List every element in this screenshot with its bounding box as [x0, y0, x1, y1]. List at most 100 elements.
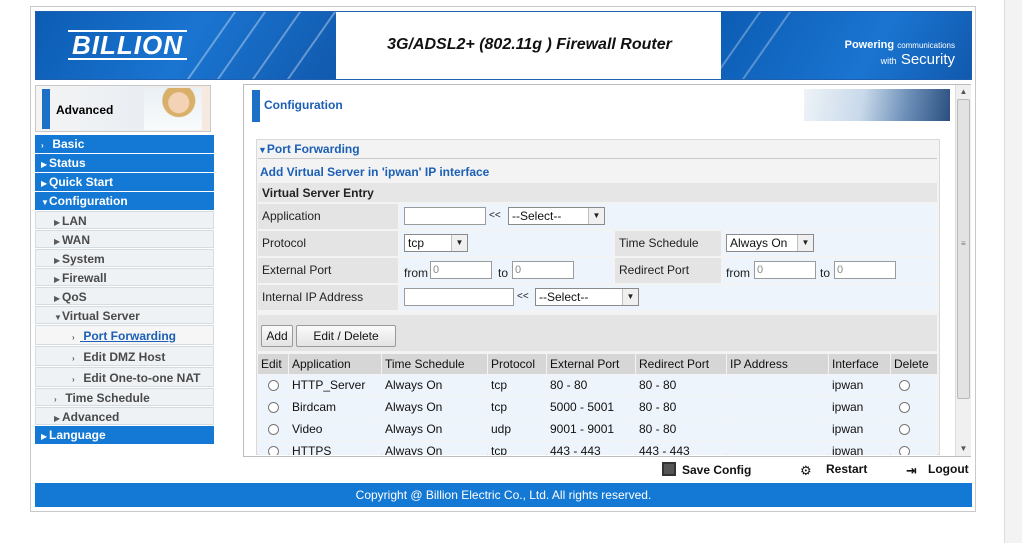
section-divider [258, 158, 937, 159]
chevron-down-icon: ▼ [797, 235, 813, 251]
add-button[interactable]: Add [261, 325, 293, 347]
scroll-thumb[interactable]: ≡ [957, 99, 970, 399]
arrow-right-icon: › [72, 333, 75, 342]
section-title[interactable]: ▼Port Forwarding [258, 142, 360, 156]
external-port-from-input[interactable]: 0 [430, 261, 492, 279]
copyright-bar: Copyright @ Billion Electric Co., Ltd. A… [35, 483, 972, 507]
tagline: Powering communications with Security [844, 39, 955, 68]
form-row-protocol: Protocol tcp ▼ Time Schedule Always On ▼ [258, 231, 937, 257]
table-row: Video Always On udp 9001 - 9001 80 - 80 … [258, 419, 937, 441]
sidebar-item-configuration[interactable]: ▼Configuration [35, 192, 214, 210]
sidebar-item-quick-start[interactable]: ▶ Quick Start [35, 173, 214, 191]
redir-from-label: from [726, 266, 750, 280]
col-application: Application [289, 354, 381, 374]
window-scrollbar[interactable] [1004, 0, 1022, 543]
delete-radio[interactable] [899, 402, 910, 414]
copy-arrows: << [517, 291, 529, 302]
protocol-label: Protocol [258, 231, 398, 256]
caret-right-icon: ▶ [54, 294, 61, 303]
sidebar-item-language[interactable]: ▶ Language [35, 426, 214, 444]
virtual-server-table: Edit Application Time Schedule Protocol … [258, 354, 937, 455]
restart-button[interactable]: ⚙ Restart [800, 462, 867, 478]
redirect-port-label: Redirect Port [615, 258, 721, 283]
col-time-schedule: Time Schedule [382, 354, 487, 374]
content-scrollbar[interactable]: ▲ ≡ ▼ [955, 85, 971, 456]
sidebar-item-status[interactable]: ▶ Status [35, 154, 214, 172]
edit-delete-button[interactable]: Edit / Delete [296, 325, 396, 347]
sidebar-item-qos[interactable]: ▶ QoS [35, 287, 214, 305]
sidebar-item-wan[interactable]: ▶ WAN [35, 230, 214, 248]
ip-select[interactable]: --Select-- ▼ [535, 288, 639, 306]
edit-radio[interactable] [267, 424, 279, 436]
restart-icon: ⚙ [800, 463, 812, 478]
application-select[interactable]: --Select-- ▼ [508, 207, 605, 225]
router-title: 3G/ADSL2+ (802.11g ) Firewall Router [387, 36, 672, 53]
col-interface: Interface [829, 354, 890, 374]
redirect-port-to-input[interactable]: 0 [834, 261, 896, 279]
sidebar-item-edit-dmz-host[interactable]: › Edit DMZ Host [35, 346, 214, 366]
delete-radio[interactable] [899, 424, 910, 436]
redirect-port-from-input[interactable]: 0 [754, 261, 816, 279]
caret-right-icon: ▶ [41, 179, 48, 188]
edit-radio[interactable] [267, 380, 279, 392]
sidebar-item-lan[interactable]: ▶ LAN [35, 211, 214, 229]
table-row: HTTP_Server Always On tcp 80 - 80 80 - 8… [258, 375, 937, 397]
table-row: HTTPS Always On tcp 443 - 443 443 - 443 … [258, 441, 937, 455]
edit-radio[interactable] [267, 446, 279, 455]
chevron-down-icon: ▼ [622, 289, 638, 305]
advanced-label: Advanced [56, 103, 114, 117]
delete-radio[interactable] [899, 380, 910, 392]
sidebar-item-edit-one-to-one-nat[interactable]: › Edit One-to-one NAT [35, 367, 214, 387]
application-input[interactable] [404, 207, 486, 225]
col-external-port: External Port [547, 354, 635, 374]
caret-right-icon: ▶ [41, 432, 48, 441]
caret-right-icon: ▶ [54, 218, 61, 227]
sidebar-item-time-schedule[interactable]: › Time Schedule [35, 388, 214, 406]
config-header: Configuration [244, 85, 954, 126]
col-ip-address: IP Address [727, 354, 828, 374]
table-row: Birdcam Always On tcp 5000 - 5001 80 - 8… [258, 397, 937, 419]
add-virtual-server-title: Add Virtual Server in 'ipwan' IP interfa… [260, 165, 490, 179]
form-row-ports: External Port from 0 to 0 Redirect Port … [258, 258, 937, 284]
redir-to-label: to [820, 266, 831, 280]
sidebar-item-firewall[interactable]: ▶ Firewall [35, 268, 214, 286]
sidebar-item-system[interactable]: ▶ System [35, 249, 214, 267]
sidebar-item-basic[interactable]: › Basic [35, 135, 214, 153]
external-port-to-input[interactable]: 0 [512, 261, 574, 279]
ext-to-label: to [498, 266, 509, 280]
delete-radio[interactable] [899, 446, 910, 455]
arrow-right-icon: › [41, 141, 44, 150]
caret-right-icon: ▶ [54, 275, 61, 284]
arrow-right-icon: › [72, 375, 75, 384]
internal-ip-label: Internal IP Address [258, 285, 398, 310]
advanced-mode-banner: Advanced [35, 85, 211, 132]
col-delete: Delete [891, 354, 937, 374]
sidebar-item-virtual-server[interactable]: ▼Virtual Server [35, 306, 214, 324]
header-photo [804, 89, 950, 121]
caret-down-icon: ▼ [258, 145, 267, 155]
col-protocol: Protocol [488, 354, 546, 374]
protocol-select[interactable]: tcp ▼ [404, 234, 468, 252]
external-port-label: External Port [258, 258, 398, 283]
floppy-disk-icon [662, 462, 676, 476]
col-redirect-port: Redirect Port [636, 354, 726, 374]
caret-right-icon: ▶ [41, 160, 48, 169]
edit-radio[interactable] [267, 402, 279, 414]
caret-right-icon: ▶ [54, 237, 61, 246]
col-edit: Edit [258, 354, 288, 374]
copy-arrows: << [489, 210, 501, 221]
sidebar-menu: › Basic ▶ Status ▶ Quick Start ▼Configurat… [35, 135, 214, 445]
save-config-button[interactable]: Save Config [662, 462, 751, 478]
logout-button[interactable]: ⇥ Logout [906, 462, 969, 478]
sidebar-item-advanced[interactable]: ▶ Advanced [35, 407, 214, 425]
sidebar-item-port-forwarding[interactable]: › Port Forwarding [35, 325, 214, 345]
action-bar: Add Edit / Delete [258, 315, 937, 351]
arrow-right-icon: › [72, 354, 75, 363]
billion-logo: BILLION [68, 30, 187, 60]
application-label: Application [258, 204, 398, 229]
arrow-right-icon: › [54, 395, 57, 404]
scroll-down-icon[interactable]: ▼ [956, 442, 971, 456]
scroll-up-icon[interactable]: ▲ [956, 85, 971, 99]
time-schedule-select[interactable]: Always On ▼ [726, 234, 814, 252]
internal-ip-input[interactable] [404, 288, 514, 306]
